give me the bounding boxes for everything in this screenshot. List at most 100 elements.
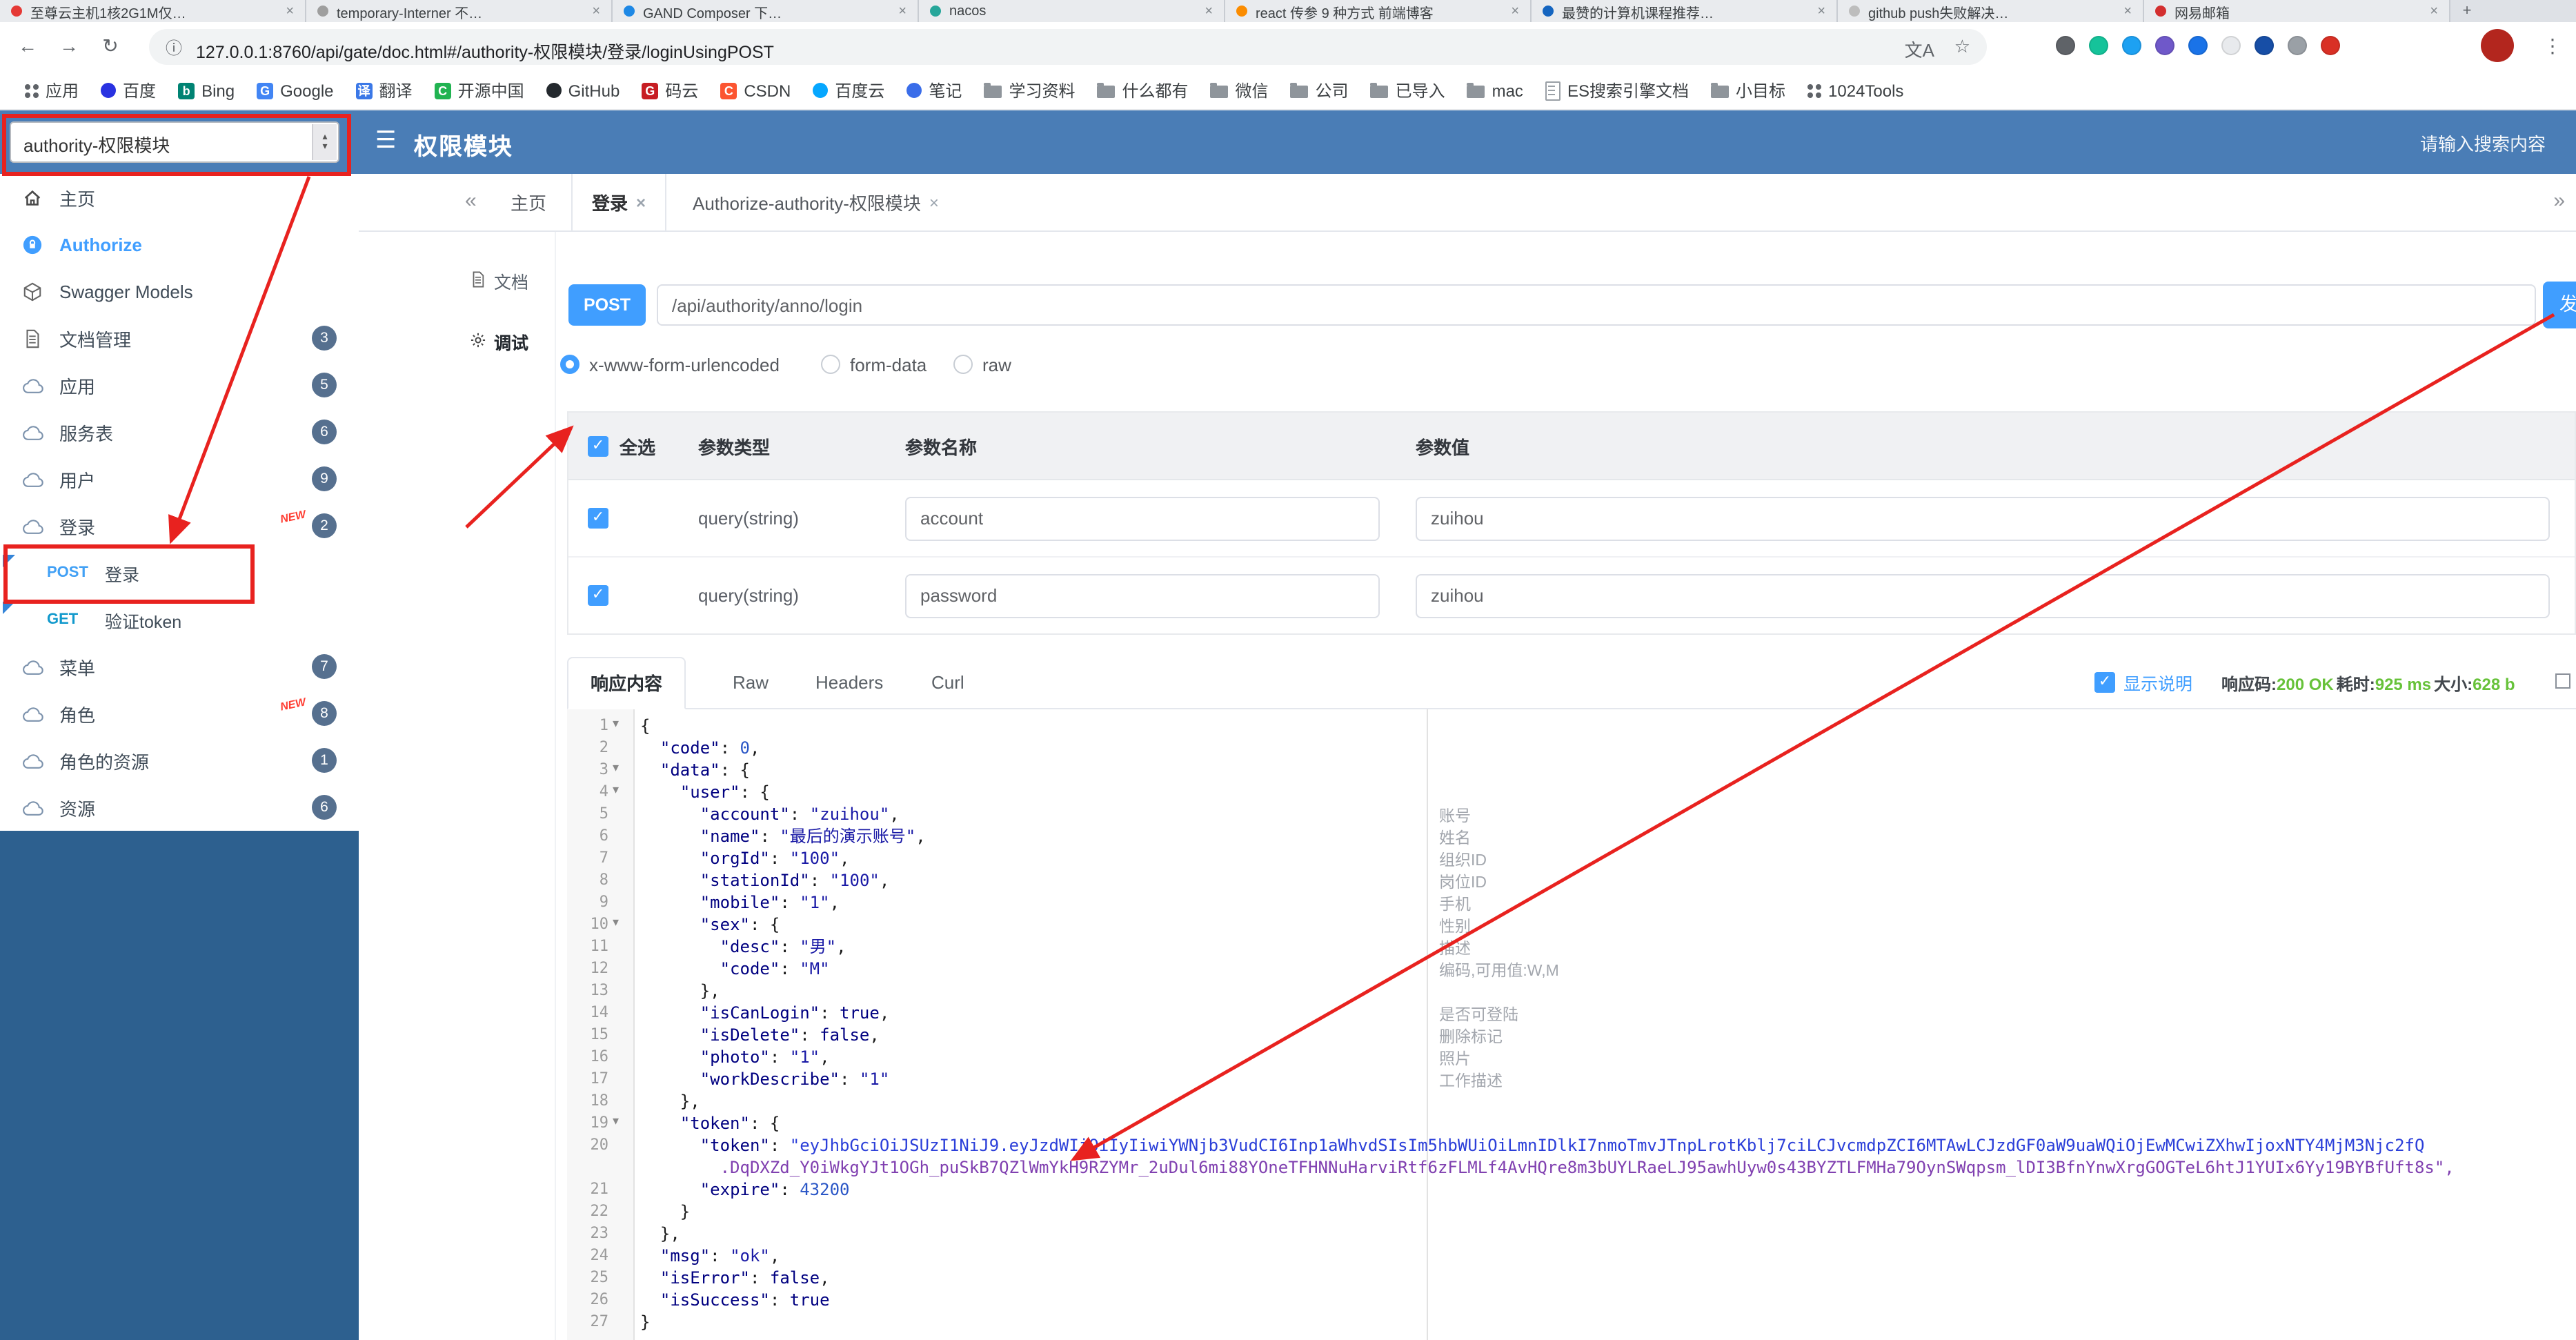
tab-close-icon[interactable]: × — [2430, 3, 2438, 19]
extension-icon[interactable] — [2321, 36, 2340, 55]
browser-menu-icon[interactable]: ⋮ — [2539, 35, 2566, 58]
reload-button[interactable]: ↻ — [97, 35, 124, 58]
browser-tab[interactable]: GAND Composer 下… × — [613, 0, 919, 22]
profile-avatar[interactable] — [2481, 29, 2514, 62]
address-bar[interactable]: ⓘ 127.0.0.1:8760/api/gate/doc.html#/auth… — [149, 29, 1987, 65]
translate-icon[interactable]: 文A — [1905, 36, 1934, 62]
bookmark[interactable]: 公司 — [1280, 79, 1360, 102]
extension-icon[interactable] — [2221, 36, 2241, 55]
bookmark[interactable]: 笔记 — [895, 79, 973, 102]
view-tab-doc[interactable]: 文档 — [469, 268, 528, 294]
tab-scroll-right-icon[interactable]: » — [2553, 189, 2565, 213]
bookmark[interactable]: 译翻译 — [345, 79, 424, 102]
extension-icon[interactable] — [2155, 36, 2174, 55]
response-tab-raw[interactable]: Raw — [711, 657, 791, 709]
tab-close-icon[interactable]: × — [2123, 3, 2132, 19]
bookmark-star-icon[interactable]: ☆ — [1954, 36, 1970, 58]
browser-tab[interactable]: react 传参 9 种方式 前端博客 × — [1225, 0, 1532, 22]
site-info-icon[interactable]: ⓘ — [166, 36, 182, 59]
browser-tab[interactable]: 网易邮箱 × — [2144, 0, 2450, 22]
fold-icon[interactable]: ▾ — [613, 760, 619, 776]
request-url-input[interactable] — [658, 286, 2535, 324]
param-name-input[interactable] — [905, 496, 1380, 540]
bookmark[interactable]: 什么都有 — [1086, 79, 1199, 102]
tab-close-icon[interactable]: × — [1817, 3, 1825, 19]
bookmark[interactable]: 应用 — [14, 79, 90, 102]
tab-close-icon[interactable]: × — [286, 3, 294, 19]
sidebar-item[interactable]: 主页 — [0, 174, 359, 221]
browser-tab[interactable]: 至尊云主机1核2G1M仅… × — [0, 0, 306, 22]
row-checkbox[interactable]: ✓ — [588, 585, 608, 606]
response-tab-headers[interactable]: Headers — [793, 657, 905, 709]
tab-close-icon[interactable]: × — [592, 3, 600, 19]
sidebar-api-post-登录[interactable]: POST 登录 — [0, 549, 359, 596]
bookmark[interactable]: 已导入 — [1360, 79, 1456, 102]
sidebar-item[interactable]: 服务表 6 — [0, 408, 359, 455]
extension-icon[interactable] — [2188, 36, 2208, 55]
sidebar-item[interactable]: 菜单 7 — [0, 643, 359, 690]
tab-close-icon[interactable]: × — [1511, 3, 1519, 19]
param-value-input[interactable] — [1416, 496, 2550, 540]
bookmark[interactable]: GitHub — [535, 81, 631, 100]
show-description-toggle[interactable]: ✓ 显示说明 — [2094, 669, 2192, 696]
bookmark[interactable]: b Bing — [167, 81, 246, 100]
bookmark[interactable]: 1024Tools — [1796, 81, 1914, 100]
bookmark[interactable]: 小目标 — [1700, 79, 1796, 102]
sidebar-item[interactable]: 资源 6 — [0, 784, 359, 831]
tab-login[interactable]: 登录 × — [571, 174, 667, 230]
content-type-radio-urlencoded[interactable]: x-www-form-urlencoded — [560, 345, 780, 384]
forward-button[interactable]: → — [55, 35, 83, 57]
send-button[interactable]: 发送 — [2543, 282, 2576, 328]
extension-icon[interactable] — [2122, 36, 2141, 55]
select-all-checkbox[interactable]: ✓ — [588, 435, 608, 456]
close-icon[interactable]: × — [636, 193, 646, 212]
fold-icon[interactable]: ▾ — [613, 1114, 619, 1129]
bookmark[interactable]: G 码云 — [631, 79, 709, 102]
response-tab-curl[interactable]: Curl — [909, 657, 987, 709]
sidebar-item[interactable]: 角色 NEW 8 — [0, 690, 359, 737]
bookmark[interactable]: ES搜索引擎文档 — [1534, 79, 1700, 102]
extension-icon[interactable] — [2056, 36, 2075, 55]
param-value-input[interactable] — [1416, 573, 2550, 618]
tab-close-icon[interactable]: × — [1205, 3, 1213, 19]
bookmark[interactable]: 学习资料 — [973, 79, 1086, 102]
sidebar-item[interactable]: 用户 9 — [0, 455, 359, 502]
sidebar-item[interactable]: 文档管理 3 — [0, 315, 359, 362]
bookmark[interactable]: 百度云 — [802, 79, 895, 102]
menu-icon[interactable]: ☰ — [375, 127, 397, 155]
tab-home[interactable]: 主页 — [491, 174, 566, 230]
new-tab-button[interactable]: + — [2450, 0, 2484, 22]
extension-icon[interactable] — [2288, 36, 2307, 55]
show-description-checkbox[interactable]: ✓ — [2094, 672, 2115, 693]
tab-scroll-left-icon[interactable]: « — [465, 189, 477, 213]
fold-icon[interactable]: ▾ — [613, 782, 619, 798]
bookmark[interactable]: 微信 — [1200, 79, 1280, 102]
tab-close-icon[interactable]: × — [898, 3, 906, 19]
bookmark[interactable]: mac — [1456, 81, 1534, 100]
bookmark[interactable]: C CSDN — [709, 81, 802, 100]
tab-authorize[interactable]: Authorize-authority-权限模块 × — [673, 174, 958, 230]
extension-icon[interactable] — [2255, 36, 2274, 55]
api-group-select[interactable]: authority-权限模块 ▴ ▾ — [10, 121, 339, 163]
fold-icon[interactable]: ▾ — [613, 915, 619, 930]
sidebar-item[interactable]: 应用 5 — [0, 362, 359, 408]
sidebar-item[interactable]: 登录 NEW 2 — [0, 502, 359, 549]
response-tab-content[interactable]: 响应内容 — [567, 657, 686, 709]
param-name-input[interactable] — [905, 573, 1380, 618]
sidebar-item[interactable]: Swagger Models — [0, 268, 359, 315]
close-icon[interactable]: × — [929, 193, 939, 212]
browser-tab[interactable]: temporary-Interner 不… × — [306, 0, 613, 22]
fold-icon[interactable]: ▾ — [613, 716, 619, 731]
sidebar-item[interactable]: 角色的资源 1 — [0, 737, 359, 784]
browser-tab[interactable]: github push失败解决… × — [1838, 0, 2144, 22]
content-type-radio-raw[interactable]: raw — [953, 345, 1011, 384]
sidebar-api-get-验证token[interactable]: GET 验证token — [0, 596, 359, 643]
bookmark[interactable]: C 开源中国 — [424, 79, 535, 102]
browser-tab[interactable]: 最赞的计算机课程推荐… × — [1532, 0, 1838, 22]
extension-icon[interactable] — [2089, 36, 2108, 55]
bookmark[interactable]: G Google — [246, 81, 344, 100]
bookmark[interactable]: 百度 — [90, 79, 167, 102]
view-tab-debug[interactable]: 调试 — [469, 328, 528, 355]
header-search-input[interactable]: 请输入搜索内容 — [2420, 130, 2546, 156]
browser-tab[interactable]: nacos × — [919, 0, 1225, 22]
